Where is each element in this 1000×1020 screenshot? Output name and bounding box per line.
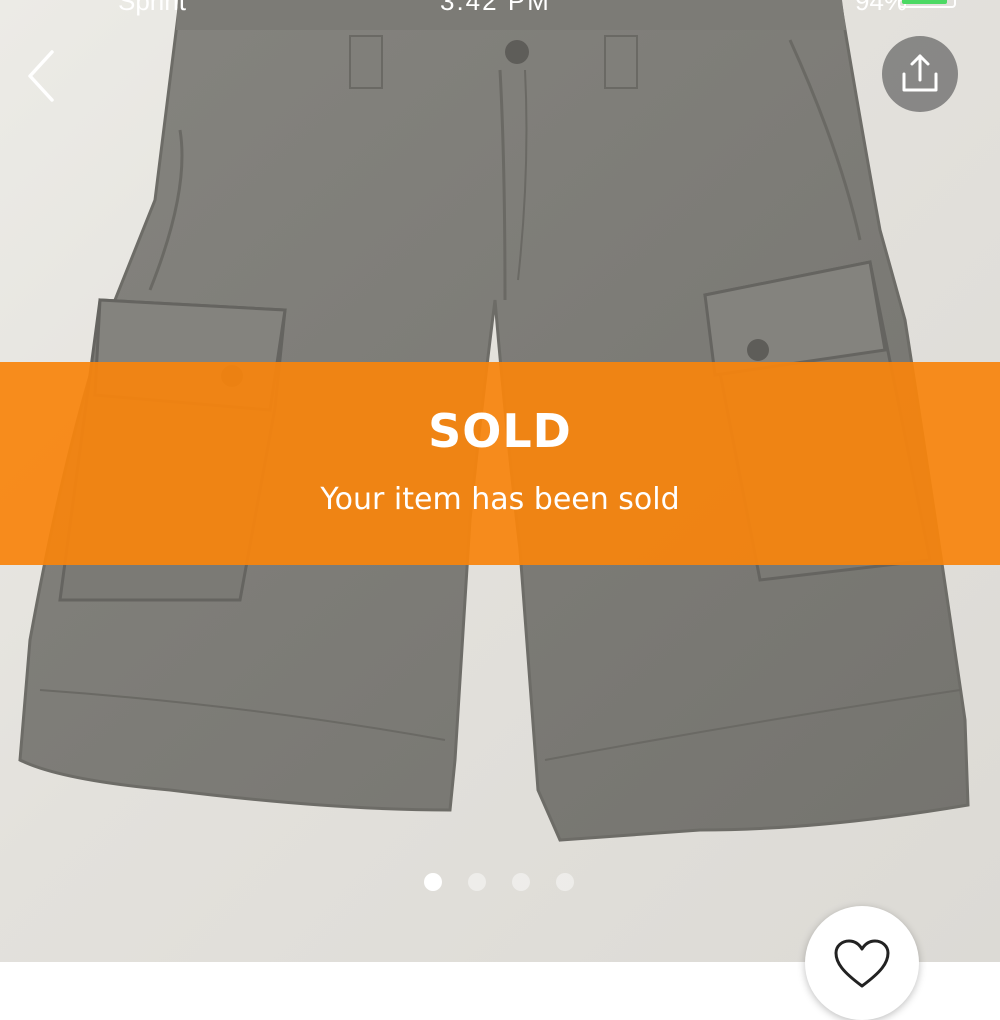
- carrier-label: Sprint: [118, 0, 186, 16]
- status-bar: Sprint 3:42 PM 94%: [0, 0, 1000, 16]
- sold-title: SOLD: [428, 404, 572, 458]
- like-button[interactable]: [805, 906, 919, 1020]
- heart-icon: [834, 939, 890, 988]
- back-button[interactable]: [22, 48, 62, 104]
- sold-banner: SOLD Your item has been sold: [0, 362, 1000, 565]
- sold-subtitle: Your item has been sold: [320, 482, 680, 517]
- battery-icon: [898, 0, 956, 8]
- share-icon: [902, 54, 938, 92]
- share-button[interactable]: [882, 36, 958, 112]
- carousel-dot[interactable]: [468, 873, 486, 891]
- clock-label: 3:42 PM: [440, 0, 551, 16]
- chevron-left-icon: [28, 50, 54, 102]
- carousel-dot[interactable]: [424, 873, 442, 891]
- carousel-dot[interactable]: [512, 873, 530, 891]
- carousel-dot[interactable]: [556, 873, 574, 891]
